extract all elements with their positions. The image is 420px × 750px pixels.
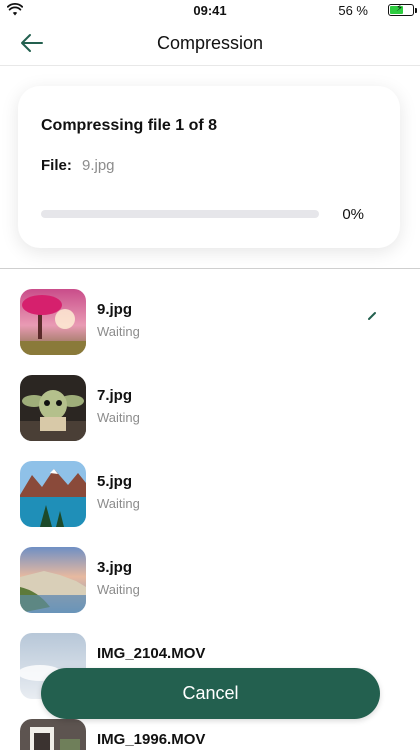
file-name: 3.jpg <box>97 559 133 576</box>
file-status: Waiting <box>97 410 140 425</box>
file-status: Waiting <box>97 324 140 339</box>
progress-track <box>41 210 319 218</box>
file-name: IMG_2104.MOV <box>97 645 206 662</box>
status-bar: 09:41 56 % ⚡ <box>0 0 420 22</box>
arrow-left-icon[interactable] <box>18 31 46 55</box>
file-label: File: <box>41 157 72 174</box>
battery-icon: ⚡ <box>388 3 414 16</box>
file-name: 5.jpg <box>97 473 133 490</box>
thumbnail-image <box>20 289 86 355</box>
thumbnail-image <box>20 719 86 750</box>
file-status: Waiting <box>97 496 140 511</box>
loading-spinner-icon <box>368 312 376 320</box>
battery-percent: 56 % <box>338 3 368 18</box>
thumbnail-image <box>20 461 86 527</box>
file-name: 7.jpg <box>97 387 133 404</box>
progress-card: Compressing file 1 of 8 File: 9.jpg 0% <box>18 86 400 248</box>
page-title: Compression <box>156 33 264 53</box>
nav-bar: Compression <box>0 22 420 66</box>
current-file-name: 9.jpg <box>82 157 115 174</box>
battery-tip <box>415 8 417 13</box>
file-status: Waiting <box>97 582 140 597</box>
file-name: IMG_1996.MOV <box>97 731 206 748</box>
list-item[interactable]: 3.jpg Waiting <box>0 527 420 613</box>
cancel-button[interactable]: Cancel <box>41 668 380 719</box>
progress-percent: 0% <box>342 206 364 223</box>
list-item[interactable]: 5.jpg Waiting <box>0 441 420 527</box>
list-item[interactable]: 7.jpg Waiting <box>0 355 420 441</box>
thumbnail-image <box>20 547 86 613</box>
file-name: 9.jpg <box>97 301 133 318</box>
progress-heading: Compressing file 1 of 8 <box>41 117 218 134</box>
list-item[interactable]: 9.jpg Waiting <box>0 269 420 355</box>
thumbnail-image <box>20 375 86 441</box>
